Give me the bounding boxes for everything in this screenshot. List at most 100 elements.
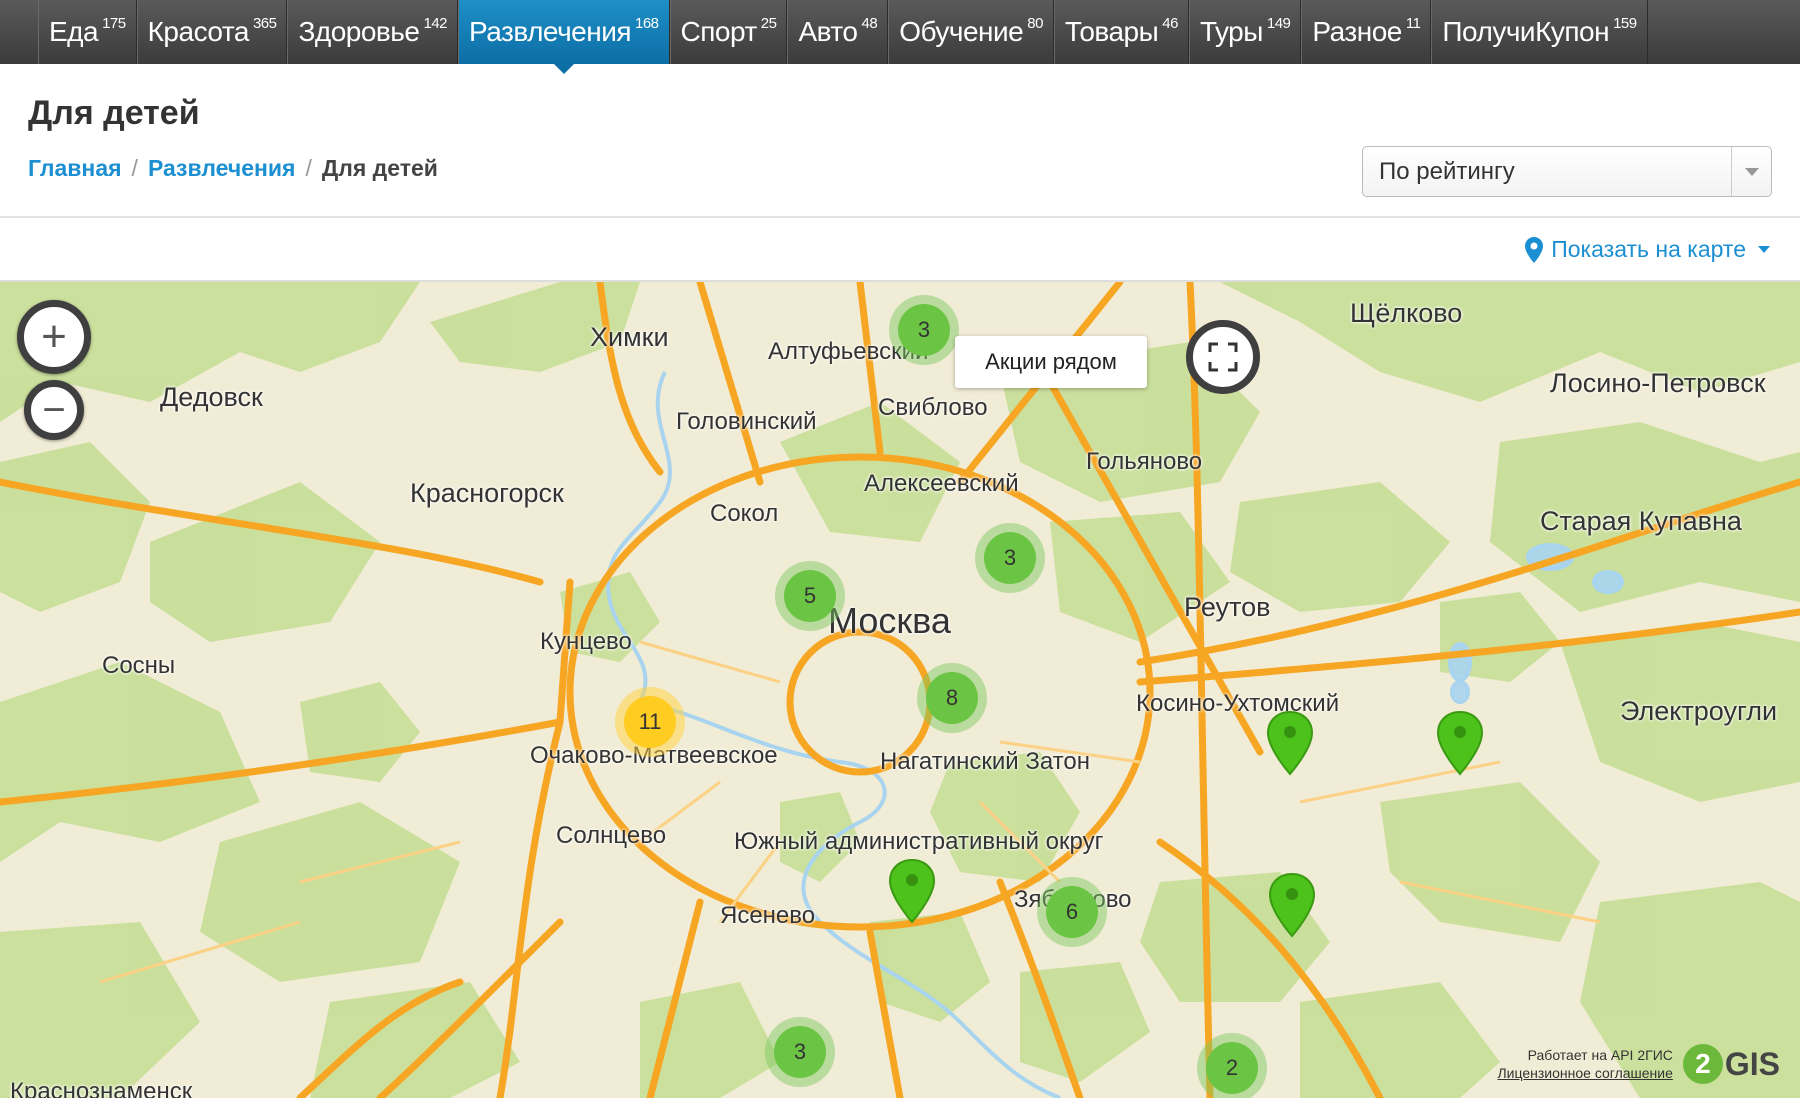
sort-select-value: По рейтингу [1379, 157, 1515, 185]
map-label-golyanovo: Гольяново [1086, 448, 1203, 475]
nav-item-goods[interactable]: Товары 46 [1053, 0, 1189, 64]
cluster-count: 3 [898, 304, 950, 356]
2gis-logo: 2 GIS [1682, 1044, 1780, 1084]
nav-item-label: Спорт [680, 16, 758, 47]
map[interactable]: Химки Алтуфьевский Щёлково Лосино-Петров… [0, 282, 1800, 1098]
show-map-toggle[interactable]: Показать на карте [1525, 236, 1770, 263]
map-pin-icon[interactable] [1435, 710, 1485, 776]
cluster-count: 3 [774, 1026, 826, 1078]
map-pin-icon [1525, 236, 1544, 263]
nav-item-count: 46 [1162, 14, 1178, 32]
page-title: Для детей [28, 94, 200, 132]
breadcrumb-home-link[interactable]: Главная [28, 155, 122, 182]
nav-item-count: 25 [760, 14, 777, 32]
nav-item-food[interactable]: Еда 175 [38, 0, 137, 64]
map-label-moskva: Москва [828, 600, 951, 641]
map-label-losino-petrovsky: Лосино-Петровск [1550, 368, 1766, 398]
nav-item-count: 175 [102, 14, 126, 32]
cluster-count: 5 [784, 570, 836, 622]
nav-item-label: Красота [147, 16, 250, 47]
map-cluster[interactable]: 3 [889, 295, 959, 365]
nav-item-label: ПолучиКупон [1442, 16, 1610, 47]
map-label-yuzhny: Южный административный округ [734, 828, 1104, 855]
zoom-out-button[interactable]: − [24, 380, 84, 440]
map-label-krasnogorsk: Красногорск [410, 478, 564, 508]
map-cluster[interactable]: 8 [917, 663, 987, 733]
map-label-khimki: Химки [590, 322, 669, 352]
map-label-solntsevo: Солнцево [556, 822, 667, 849]
nav-item-count: 168 [635, 14, 659, 32]
map-cluster[interactable]: 11 [615, 687, 685, 757]
nav-item-label: Еда [49, 16, 99, 47]
map-label-krasnoznamensk: Краснознаменск [10, 1078, 193, 1098]
nav-item-beauty[interactable]: Красота 365 [136, 0, 288, 64]
breadcrumb-section-link[interactable]: Развлечения [148, 155, 296, 182]
map-label-reutov: Реутов [1184, 592, 1271, 622]
nav-item-count: 159 [1613, 14, 1637, 32]
map-attribution: Работает на API 2ГИС Лицензионное соглаш… [1497, 1044, 1780, 1084]
map-pin-icon[interactable] [1267, 872, 1317, 938]
map-pin-icon[interactable] [1265, 710, 1315, 776]
nav-item-coupon[interactable]: ПолучиКупон 159 [1431, 0, 1648, 64]
nav-item-auto[interactable]: Авто 48 [787, 0, 889, 64]
nav-item-label: Туры [1199, 16, 1263, 47]
map-cluster[interactable]: 6 [1037, 877, 1107, 947]
nav-item-label: Авто [798, 16, 858, 47]
divider [0, 216, 1800, 218]
map-label-kuntsevo: Кунцево [540, 628, 632, 655]
nav-item-count: 365 [252, 14, 277, 32]
map-label-sokol: Сокол [710, 500, 779, 527]
map-label-yasenevo: Ясенево [720, 902, 816, 929]
nearby-deals-button[interactable]: Акции рядом [955, 336, 1147, 388]
fullscreen-icon [1208, 342, 1238, 372]
cluster-count: 2 [1206, 1042, 1258, 1094]
chevron-down-icon [1731, 147, 1771, 196]
breadcrumb-separator: / [131, 155, 138, 181]
zoom-in-button[interactable]: + [17, 300, 91, 374]
breadcrumb-separator: / [305, 155, 312, 181]
nav-item-sport[interactable]: Спорт 25 [669, 0, 788, 64]
nav-item-count: 142 [423, 14, 448, 32]
nav-item-label: Обучение [899, 16, 1024, 47]
fullscreen-button[interactable] [1186, 320, 1260, 394]
nav-item-label: Товары [1064, 16, 1159, 47]
map-cluster[interactable]: 5 [775, 561, 845, 631]
nav-item-count: 149 [1266, 14, 1291, 32]
nav-item-label: Развлечения [469, 16, 631, 47]
attribution-api-text: Работает на API 2ГИС [1527, 1047, 1673, 1063]
nav-item-tours[interactable]: Туры 149 [1188, 0, 1302, 64]
map-label-sosny: Сосны [102, 652, 176, 679]
nav-item-label: Разное [1312, 16, 1402, 47]
map-label-staraya-kupavna: Старая Купавна [1540, 506, 1742, 536]
map-label-alekseevsky: Алексеевский [864, 470, 1019, 497]
map-label-golovinsky: Головинский [676, 408, 817, 435]
nav-item-count: 48 [861, 14, 878, 32]
nav-item-education[interactable]: Обучение 80 [888, 0, 1054, 64]
nav-item-misc[interactable]: Разное 11 [1301, 0, 1432, 64]
map-label-sviblovo: Свиблово [878, 394, 988, 421]
nav-item-count: 80 [1027, 14, 1043, 32]
map-label-elektrougli: Электроугли [1620, 696, 1778, 726]
cluster-count: 6 [1046, 886, 1098, 938]
nav-item-health[interactable]: Здоровье 142 [287, 0, 459, 64]
map-label-dedovsk: Дедовск [160, 382, 263, 412]
nav-item-label: Здоровье [298, 16, 420, 47]
license-agreement-link[interactable]: Лицензионное соглашение [1497, 1064, 1672, 1082]
breadcrumb: Главная / Развлечения / Для детей [28, 155, 438, 182]
cluster-count: 11 [624, 696, 676, 748]
map-cluster[interactable]: 3 [765, 1017, 835, 1087]
nav-item-count: 11 [1405, 14, 1421, 32]
caret-down-icon [1758, 246, 1770, 253]
sort-select[interactable]: По рейтингу [1362, 146, 1772, 197]
nav-item-entertainment[interactable]: Развлечения 168 [458, 0, 670, 74]
show-map-label: Показать на карте [1551, 236, 1746, 262]
cluster-count: 3 [984, 532, 1036, 584]
map-label-nagatinsky: Нагатинский Затон [880, 748, 1090, 775]
map-label-shchelkovo: Щёлково [1350, 298, 1463, 328]
map-cluster[interactable]: 3 [975, 523, 1045, 593]
map-cluster[interactable]: 2 [1197, 1033, 1267, 1098]
map-pin-icon[interactable] [887, 858, 937, 924]
category-nav: Еда 175 Красота 365 Здоровье 142 Развлечени… [0, 0, 1800, 74]
cluster-count: 8 [926, 672, 978, 724]
breadcrumb-current: Для детей [321, 155, 438, 181]
